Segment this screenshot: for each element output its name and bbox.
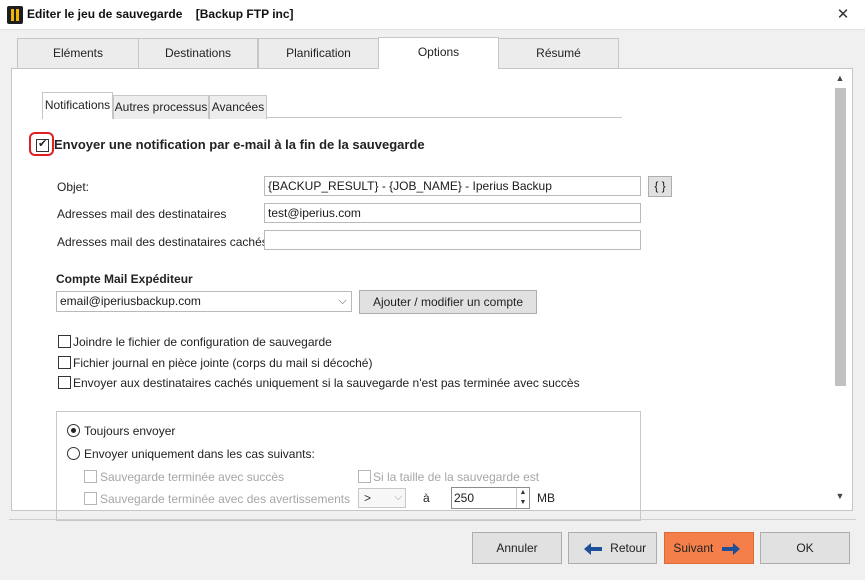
sub-tab-bar: Notifications Autres processus Avancées <box>42 92 622 119</box>
success-condition-label: Sauvegarde terminée avec succès <box>100 470 285 484</box>
always-send-radio[interactable] <box>67 424 80 437</box>
attach-log-checkbox[interactable] <box>58 356 71 369</box>
back-button[interactable]: Retour <box>568 532 657 564</box>
panel-scrollbar[interactable]: ▲ ▼ <box>832 70 848 508</box>
recipients-label: Adresses mail des destinataires <box>57 207 227 221</box>
size-operator-value: > <box>364 491 372 505</box>
tab-options[interactable]: Options <box>378 37 499 69</box>
tab-elements[interactable]: Eléments <box>17 38 139 68</box>
scroll-thumb[interactable] <box>835 88 846 386</box>
cancel-button[interactable]: Annuler <box>472 532 562 564</box>
next-button[interactable]: Suivant <box>664 532 754 564</box>
arrow-right-icon <box>721 542 740 555</box>
sender-account-title: Compte Mail Expéditeur <box>56 272 193 286</box>
scroll-down-icon[interactable]: ▼ <box>832 488 848 504</box>
spinner-buttons: ▲ ▼ <box>516 488 529 508</box>
insert-variable-button[interactable]: { } <box>648 176 672 197</box>
enable-notification-checkbox[interactable] <box>36 137 49 152</box>
next-label: Suivant <box>673 541 714 555</box>
conditional-send-radio[interactable] <box>67 447 80 460</box>
ok-button[interactable]: OK <box>760 532 850 564</box>
cancel-label: Annuler <box>496 541 538 555</box>
conditional-send-label: Envoyer uniquement dans les cas suivants… <box>84 447 315 461</box>
warnings-condition-label: Sauvegarde terminée avec des avertisseme… <box>100 492 351 506</box>
back-label: Retour <box>610 541 647 555</box>
subject-input[interactable]: {BACKUP_RESULT} - {JOB_NAME} - Iperius B… <box>264 176 641 196</box>
footer-separator <box>9 519 856 520</box>
sender-account-value: email@iperiusbackup.com <box>60 294 201 308</box>
scroll-up-icon[interactable]: ▲ <box>832 70 848 86</box>
arrow-left-icon <box>583 542 602 555</box>
spin-down-icon[interactable]: ▼ <box>517 498 529 508</box>
tab-planification[interactable]: Planification <box>258 38 379 68</box>
close-icon[interactable]: ✕ <box>833 5 853 25</box>
add-modify-account-button[interactable]: Ajouter / modifier un compte <box>359 290 537 314</box>
tab-resume[interactable]: Résumé <box>498 38 619 68</box>
size-condition-label: Si la taille de la sauvegarde est <box>373 470 540 484</box>
tab-destinations[interactable]: Destinations <box>138 38 258 68</box>
enable-notification-label: Envoyer une notification par e-mail à la… <box>54 137 425 152</box>
ok-label: OK <box>796 541 814 555</box>
bcc-input[interactable] <box>264 230 641 250</box>
chevron-down-icon: ⌵ <box>338 295 347 307</box>
subtab-avancees[interactable]: Avancées <box>209 95 267 119</box>
spin-up-icon[interactable]: ▲ <box>517 488 529 498</box>
sender-account-select[interactable]: email@iperiusbackup.com ⌵ <box>56 291 352 312</box>
recipients-input[interactable]: test@iperius.com <box>264 203 641 223</box>
subtab-autres-processus[interactable]: Autres processus <box>113 95 209 119</box>
success-condition-checkbox[interactable] <box>84 470 97 483</box>
size-operator-select[interactable]: > ⌵ <box>358 488 406 508</box>
bcc-label: Adresses mail des destinataires cachés <box>57 235 268 249</box>
size-condition-checkbox[interactable] <box>358 470 371 483</box>
size-value: 250 <box>454 491 475 505</box>
size-value-spinner[interactable]: 250 ▲ ▼ <box>451 487 530 509</box>
app-logo-icon <box>7 6 23 24</box>
attach-config-label: Joindre le fichier de configuration de s… <box>73 335 332 349</box>
chevron-down-icon: ⌵ <box>394 492 402 503</box>
bcc-only-on-failure-checkbox[interactable] <box>58 376 71 389</box>
main-tab-bar: Eléments Destinations Planification Opti… <box>0 30 865 70</box>
window-title: Editer le jeu de sauvegarde [Backup FTP … <box>27 7 294 21</box>
attach-config-checkbox[interactable] <box>58 335 71 348</box>
size-unit-label: MB <box>537 491 555 505</box>
attach-log-label: Fichier journal en pièce jointe (corps d… <box>73 356 373 370</box>
bcc-only-on-failure-label: Envoyer aux destinataires cachés uniquem… <box>73 376 580 390</box>
subject-label: Objet: <box>57 180 90 194</box>
subtab-notifications[interactable]: Notifications <box>42 92 113 119</box>
title-bar: Editer le jeu de sauvegarde [Backup FTP … <box>0 0 865 30</box>
size-to-label: à <box>423 491 430 505</box>
always-send-label: Toujours envoyer <box>84 424 176 438</box>
warnings-condition-checkbox[interactable] <box>84 492 97 505</box>
